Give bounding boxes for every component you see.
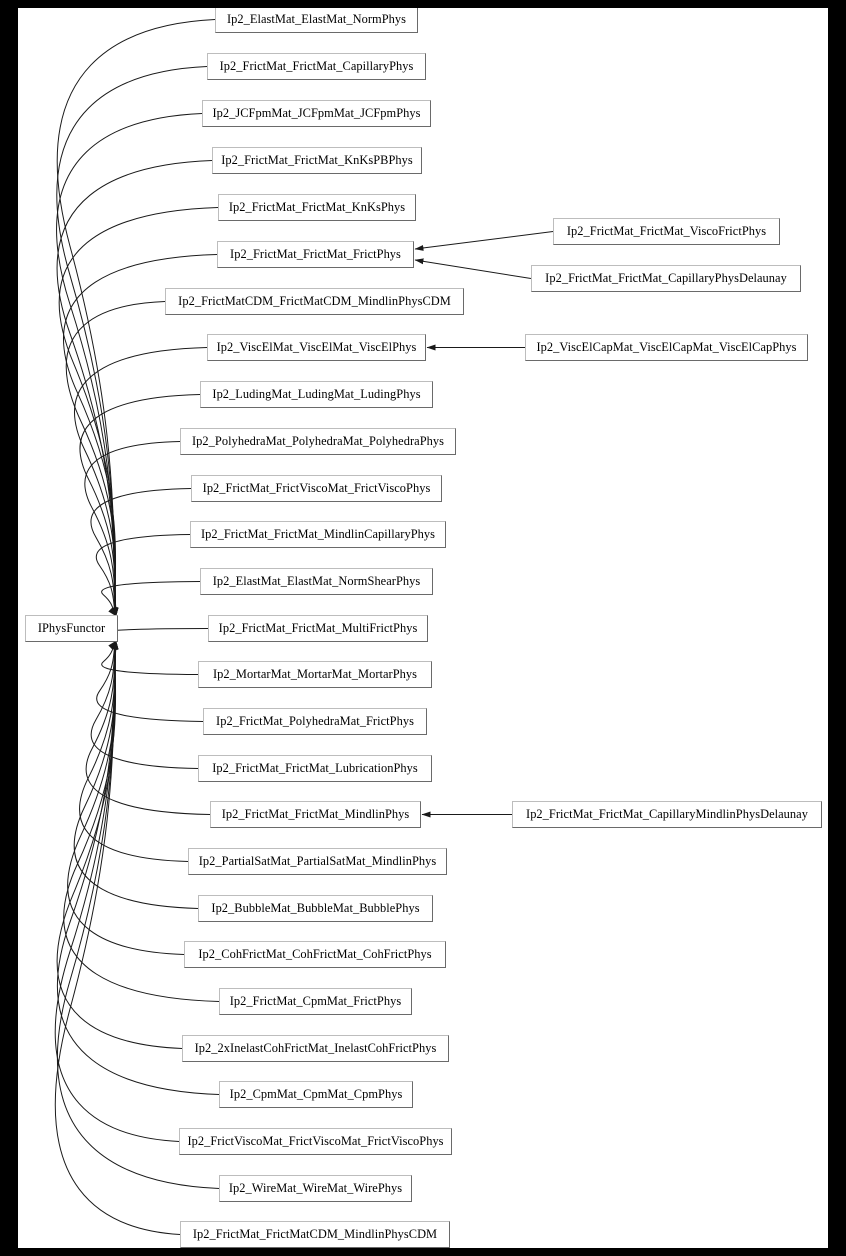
inheritance-edge: [56, 66, 208, 617]
node-label: Ip2_ElastMat_ElastMat_NormShearPhys: [212, 574, 421, 589]
node-label: Ip2_FrictMat_FrictMat_KnKsPBPhys: [221, 153, 413, 168]
node-ip2-frictmat-frictmatcdm-mindlinphyscdm[interactable]: Ip2_FrictMat_FrictMatCDM_MindlinPhysCDM: [180, 1221, 450, 1248]
node-ip2-2xinelastcohfrictmat-inelastcohfrictphys[interactable]: Ip2_2xInelastCohFrictMat_InelastCohFrict…: [182, 1035, 449, 1062]
node-label: Ip2_2xInelastCohFrictMat_InelastCohFrict…: [194, 1041, 437, 1056]
node-label: Ip2_FrictMat_FrictMat_FrictPhys: [230, 247, 401, 262]
diagram-frame: IPhysFunctor Ip2_ElastMat_ElastMat_NormPh…: [18, 8, 828, 1248]
node-ip2-polyhedramat-polyhedramat-polyhedraphys[interactable]: Ip2_PolyhedraMat_PolyhedraMat_PolyhedraP…: [180, 428, 456, 455]
inheritance-edge: [65, 301, 166, 617]
node-label: Ip2_FrictMat_FrictMatCDM_MindlinPhysCDM: [192, 1227, 438, 1242]
inheritance-edge: [103, 628, 209, 642]
node-label: Ip2_FrictMat_FrictMat_MultiFrictPhys: [218, 621, 418, 636]
inheritance-edge: [90, 488, 192, 617]
node-ip2-frictviscomat-frictviscomat-frictviscophys[interactable]: Ip2_FrictViscoMat_FrictViscoMat_FrictVis…: [179, 1128, 452, 1155]
node-ip2-frictmat-frictmat-multifrictphys[interactable]: Ip2_FrictMat_FrictMat_MultiFrictPhys: [208, 615, 428, 642]
node-label: Ip2_WireMat_WireMat_WirePhys: [228, 1181, 403, 1196]
node-label: Ip2_FrictMat_FrictMat_CapillaryMindlinPh…: [526, 807, 808, 822]
node-label: Ip2_FrictMat_FrictMat_CapillaryPhys: [219, 59, 414, 74]
node-label: Ip2_FrictViscoMat_FrictViscoMat_FrictVis…: [187, 1134, 444, 1149]
inheritance-edge: [96, 640, 204, 722]
node-ip2-frictmat-polyhedramat-frictphys[interactable]: Ip2_FrictMat_PolyhedraMat_FrictPhys: [203, 708, 427, 735]
node-ip2-bubblemat-bubblemat-bubblephys[interactable]: Ip2_BubbleMat_BubbleMat_BubblePhys: [198, 895, 433, 922]
node-label: IPhysFunctor: [37, 621, 106, 636]
inheritance-edge: [74, 347, 208, 617]
inheritance-edge: [73, 640, 199, 909]
node-ip2-partialsatmat-partialsatmat-mindlinphys[interactable]: Ip2_PartialSatMat_PartialSatMat_MindlinP…: [188, 848, 447, 875]
node-ip2-frictmat-frictmat-frictphys[interactable]: Ip2_FrictMat_FrictMat_FrictPhys: [217, 241, 414, 268]
diagram-canvas: IPhysFunctor Ip2_ElastMat_ElastMat_NormPh…: [18, 8, 828, 1248]
node-label: Ip2_LudingMat_LudingMat_LudingPhys: [212, 387, 421, 402]
node-ip2-frictmat-frictmat-knkspbphys[interactable]: Ip2_FrictMat_FrictMat_KnKsPBPhys: [212, 147, 422, 174]
node-ip2-cohfrictmat-cohfrictmat-cohfrictphys[interactable]: Ip2_CohFrictMat_CohFrictMat_CohFrictPhys: [184, 941, 446, 968]
node-label: Ip2_FrictMat_FrictMat_LubricationPhys: [212, 761, 418, 776]
node-ip2-viscelmat-viscelmat-viscelphys[interactable]: Ip2_ViscElMat_ViscElMat_ViscElPhys: [207, 334, 426, 361]
inheritance-edge: [54, 640, 181, 1235]
node-ip2-ludingmat-ludingmat-ludingphys[interactable]: Ip2_LudingMat_LudingMat_LudingPhys: [200, 381, 433, 408]
node-label: Ip2_PartialSatMat_PartialSatMat_MindlinP…: [198, 854, 437, 869]
node-label: Ip2_CpmMat_CpmMat_CpmPhys: [229, 1087, 403, 1102]
node-label: Ip2_FrictMat_FrictMat_CapillaryPhysDelau…: [545, 271, 787, 286]
inheritance-edge: [67, 640, 185, 955]
node-ip2-viscelcapmat-viscelcapmat-viscelcapphys[interactable]: Ip2_ViscElCapMat_ViscElCapMat_ViscElCapP…: [525, 334, 808, 361]
node-label: Ip2_FrictMatCDM_FrictMatCDM_MindlinPhysC…: [178, 294, 451, 309]
node-ip2-frictmat-frictmat-capillaryphysdelaunay[interactable]: Ip2_FrictMat_FrictMat_CapillaryPhysDelau…: [531, 265, 801, 292]
node-ip2-frictmat-frictmat-mindlincapillaryphys[interactable]: Ip2_FrictMat_FrictMat_MindlinCapillaryPh…: [190, 521, 446, 548]
node-ip2-elastmat-elastmat-normshearphys[interactable]: Ip2_ElastMat_ElastMat_NormShearPhys: [200, 568, 433, 595]
node-ip2-cpmmat-cpmmat-cpmphys[interactable]: Ip2_CpmMat_CpmMat_CpmPhys: [219, 1081, 413, 1108]
node-label: Ip2_FrictMat_FrictMat_MindlinCapillaryPh…: [200, 527, 436, 542]
node-label: Ip2_ViscElMat_ViscElMat_ViscElPhys: [216, 340, 417, 355]
node-ip2-frictmat-frictmat-knksphys[interactable]: Ip2_FrictMat_FrictMat_KnKsPhys: [218, 194, 416, 221]
node-ip2-frictmat-frictviscomat-frictviscophys[interactable]: Ip2_FrictMat_FrictViscoMat_FrictViscoPhy…: [191, 475, 442, 502]
inheritance-edge: [57, 640, 220, 1189]
node-ip2-jcfpmmat-jcfpmmat-jcfpmphys[interactable]: Ip2_JCFpmMat_JCFpmMat_JCFpmPhys: [202, 100, 431, 127]
node-ip2-frictmat-frictmat-viscofrictphys[interactable]: Ip2_FrictMat_FrictMat_ViscoFrictPhys: [553, 218, 780, 245]
inheritance-edge: [56, 640, 183, 1049]
inheritance-edge: [90, 640, 199, 769]
node-iphysfunctor[interactable]: IPhysFunctor: [25, 615, 118, 642]
inheritance-edge: [96, 534, 191, 617]
node-ip2-mortarmat-mortarmat-mortarphys[interactable]: Ip2_MortarMat_MortarMat_MortarPhys: [198, 661, 432, 688]
node-label: Ip2_FrictMat_FrictMat_MindlinPhys: [221, 807, 410, 822]
node-label: Ip2_JCFpmMat_JCFpmMat_JCFpmPhys: [212, 106, 421, 121]
inheritance-edge: [56, 113, 203, 617]
node-label: Ip2_FrictMat_FrictMat_KnKsPhys: [228, 200, 406, 215]
node-ip2-frictmat-frictmat-capillaryphys[interactable]: Ip2_FrictMat_FrictMat_CapillaryPhys: [207, 53, 426, 80]
node-label: Ip2_FrictMat_FrictViscoMat_FrictViscoPhy…: [202, 481, 431, 496]
inheritance-edge: [54, 640, 180, 1142]
inheritance-edge: [414, 231, 554, 251]
node-label: Ip2_ElastMat_ElastMat_NormPhys: [226, 12, 407, 27]
inheritance-edge: [56, 160, 213, 617]
node-ip2-frictmat-cpmmat-frictphys[interactable]: Ip2_FrictMat_CpmMat_FrictPhys: [219, 988, 412, 1015]
inheritance-edge: [101, 640, 199, 675]
node-label: Ip2_FrictMat_CpmMat_FrictPhys: [229, 994, 402, 1009]
node-ip2-frictmat-frictmat-lubricationphys[interactable]: Ip2_FrictMat_FrictMat_LubricationPhys: [198, 755, 432, 782]
node-label: Ip2_FrictMat_PolyhedraMat_FrictPhys: [216, 714, 414, 729]
node-label: Ip2_MortarMat_MortarMat_MortarPhys: [212, 667, 418, 682]
node-ip2-frictmat-frictmat-capillarymindlinphysdelaunay[interactable]: Ip2_FrictMat_FrictMat_CapillaryMindlinPh…: [512, 801, 822, 828]
node-label: Ip2_CohFrictMat_CohFrictMat_CohFrictPhys: [198, 947, 432, 962]
node-ip2-elastmat-elastmat-normphys[interactable]: Ip2_ElastMat_ElastMat_NormPhys: [215, 8, 418, 33]
node-label: Ip2_FrictMat_FrictMat_ViscoFrictPhys: [566, 224, 767, 239]
inheritance-edge: [84, 441, 181, 617]
node-label: Ip2_PolyhedraMat_PolyhedraMat_PolyhedraP…: [192, 434, 444, 449]
node-label: Ip2_BubbleMat_BubbleMat_BubblePhys: [211, 901, 420, 916]
inheritance-edge: [85, 640, 211, 815]
inheritance-edge: [58, 207, 219, 617]
node-ip2-frictmat-frictmat-mindlinphys[interactable]: Ip2_FrictMat_FrictMat_MindlinPhys: [210, 801, 421, 828]
inheritance-edge: [414, 258, 532, 279]
node-label: Ip2_ViscElCapMat_ViscElCapMat_ViscElCapP…: [536, 340, 797, 355]
node-ip2-wiremat-wiremat-wirephys[interactable]: Ip2_WireMat_WireMat_WirePhys: [219, 1175, 412, 1202]
inheritance-edge: [101, 581, 201, 617]
inheritance-edge: [79, 640, 189, 862]
node-ip2-frictmatcdm-frictmatcdm-mindlinphyscdm[interactable]: Ip2_FrictMatCDM_FrictMatCDM_MindlinPhysC…: [165, 288, 464, 315]
